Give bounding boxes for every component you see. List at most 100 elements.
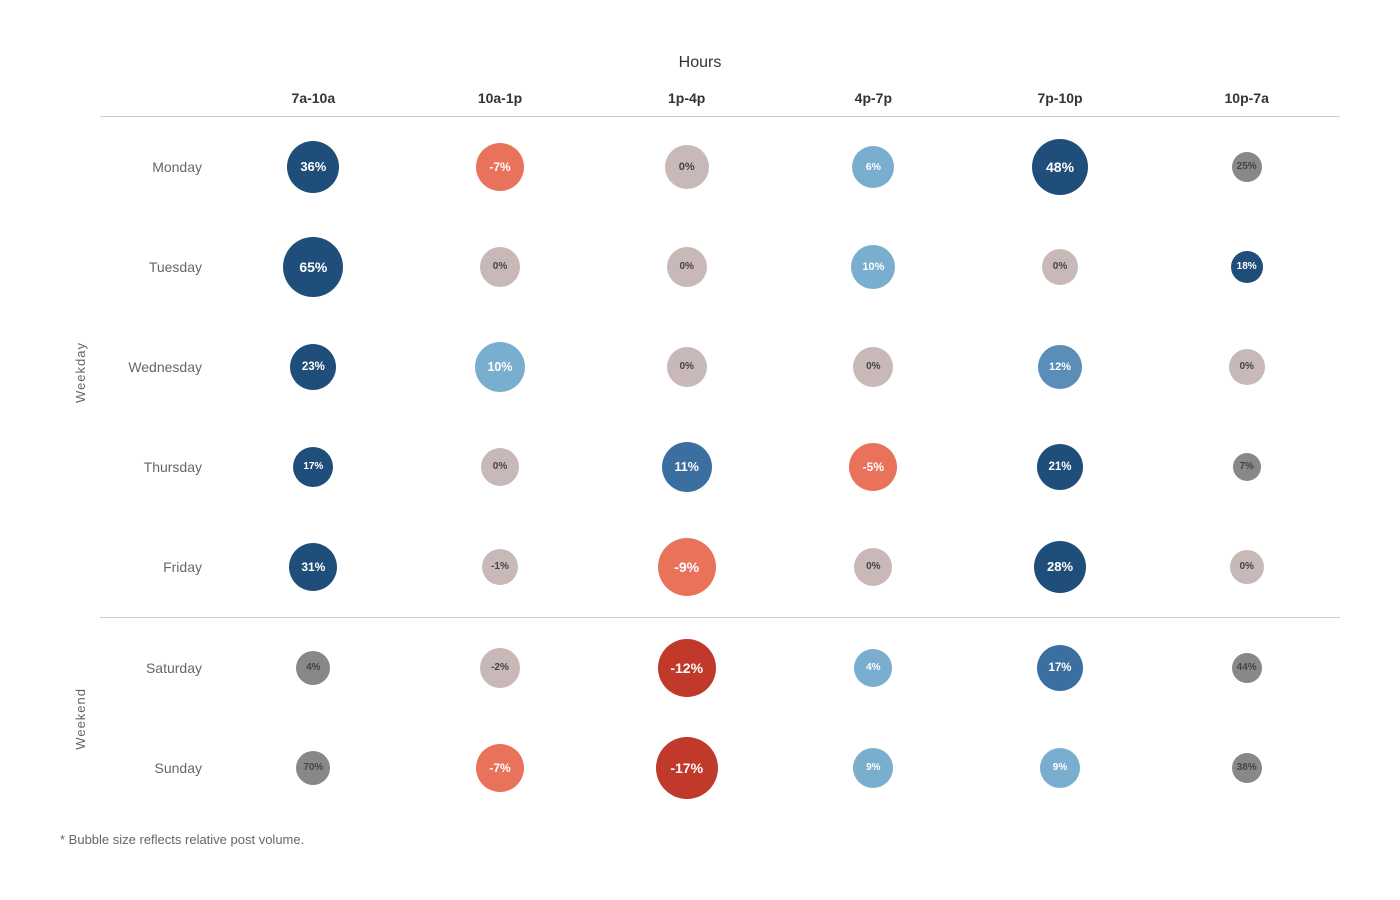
data-cell: 9%	[780, 748, 967, 788]
table-row: Saturday 4% -2% -12% 4% 17% 44%	[100, 618, 1340, 718]
data-cell: -17%	[593, 737, 780, 799]
footnote: * Bubble size reflects relative post vol…	[60, 832, 1340, 847]
data-cell: -12%	[593, 639, 780, 697]
data-cell: 0%	[593, 347, 780, 387]
data-cell: 0%	[593, 145, 780, 189]
data-cell: 11%	[593, 442, 780, 492]
day-label: Sunday	[100, 760, 220, 776]
bubble: 65%	[283, 237, 343, 297]
data-cell: 10%	[780, 245, 967, 289]
data-cell: 38%	[1153, 753, 1340, 783]
bubble: 17%	[293, 447, 333, 487]
data-cell: 0%	[407, 448, 594, 486]
table-row: Wednesday 23% 10% 0% 0% 12% 0%	[100, 317, 1340, 417]
data-cell: 4%	[780, 649, 967, 687]
table-row: Monday 36% -7% 0% 6% 48% 25%	[100, 117, 1340, 217]
bubble: -17%	[656, 737, 718, 799]
bubble: 0%	[1042, 249, 1078, 285]
data-cell: 10%	[407, 342, 594, 392]
bubble: 7%	[1233, 453, 1261, 481]
bubble: 38%	[1232, 753, 1262, 783]
bubble: 0%	[1229, 349, 1265, 385]
bubble: 0%	[854, 548, 892, 586]
bubble: 28%	[1034, 541, 1086, 593]
bubble: 6%	[852, 146, 894, 188]
data-cell: 18%	[1153, 251, 1340, 283]
col-header-5: 10p-7a	[1153, 82, 1340, 116]
data-cell: 36%	[220, 141, 407, 193]
col-header-4: 7p-10p	[967, 82, 1154, 116]
bubble: 0%	[480, 247, 520, 287]
col-header-2: 1p-4p	[593, 82, 780, 116]
data-cell: -7%	[407, 143, 594, 191]
header-row: 7a-10a 10a-1p 1p-4p 4p-7p 7p-10p 10p-7a	[100, 82, 1340, 117]
bubble: 0%	[1230, 550, 1264, 584]
bubble: 44%	[1232, 653, 1262, 683]
bubble: 0%	[853, 347, 893, 387]
y-label-weekend: Weekend	[60, 620, 100, 818]
bubble: -12%	[658, 639, 716, 697]
data-cell: -9%	[593, 538, 780, 596]
col-header-0: 7a-10a	[220, 82, 407, 116]
data-rows: Monday 36% -7% 0% 6% 48% 25% Tuesday 65% 0% 0% 10% 0…	[100, 117, 1340, 818]
bubble: 0%	[665, 145, 709, 189]
bubble: 18%	[1231, 251, 1263, 283]
data-cell: 0%	[780, 548, 967, 586]
data-cell: 0%	[407, 247, 594, 287]
section-weekend: Saturday 4% -2% -12% 4% 17% 44% Sunday70%-7% -17…	[100, 618, 1340, 818]
data-cell: -1%	[407, 549, 594, 585]
day-label: Wednesday	[100, 359, 220, 375]
data-cell: 70%	[220, 751, 407, 785]
section-weekday: Monday 36% -7% 0% 6% 48% 25% Tuesday 65% 0% 0% 10% 0…	[100, 117, 1340, 618]
data-cell: -7%	[407, 744, 594, 792]
bubble: 4%	[296, 651, 330, 685]
bubble: 21%	[1037, 444, 1083, 490]
data-cell: 23%	[220, 344, 407, 390]
data-cell: 0%	[1153, 349, 1340, 385]
data-cell: 17%	[967, 645, 1154, 691]
data-cell: 0%	[1153, 550, 1340, 584]
bubble: 4%	[854, 649, 892, 687]
day-label: Monday	[100, 159, 220, 175]
data-cell: 28%	[967, 541, 1154, 593]
bubble: 25%	[1232, 152, 1262, 182]
data-cell: 0%	[967, 249, 1154, 285]
data-cell: 48%	[967, 139, 1154, 195]
bubble: 9%	[1040, 748, 1080, 788]
bubble: 0%	[667, 247, 707, 287]
data-cell: -5%	[780, 443, 967, 491]
data-cell: 6%	[780, 146, 967, 188]
table-row: Tuesday 65% 0% 0% 10% 0% 18%	[100, 217, 1340, 317]
bubble: 23%	[290, 344, 336, 390]
data-cell: 0%	[780, 347, 967, 387]
bubble: 10%	[851, 245, 895, 289]
bubble: -1%	[482, 549, 518, 585]
table-row: Thursday 17% 0% 11% -5% 21% 7%	[100, 417, 1340, 517]
day-label: Saturday	[100, 660, 220, 676]
data-cell: 31%	[220, 543, 407, 591]
data-cell: 12%	[967, 345, 1154, 389]
bubble: 48%	[1032, 139, 1088, 195]
data-cell: 7%	[1153, 453, 1340, 481]
day-label: Thursday	[100, 459, 220, 475]
bubble: -2%	[480, 648, 520, 688]
data-cell: 4%	[220, 651, 407, 685]
bubble: 11%	[662, 442, 712, 492]
bubble: 0%	[667, 347, 707, 387]
bubble: 9%	[853, 748, 893, 788]
bubble: -5%	[849, 443, 897, 491]
table-area: 7a-10a 10a-1p 1p-4p 4p-7p 7p-10p 10p-7a …	[100, 82, 1340, 818]
y-axis: Weekday Weekend	[60, 82, 100, 818]
bubble: 36%	[287, 141, 339, 193]
data-cell: 9%	[967, 748, 1154, 788]
col-header-3: 4p-7p	[780, 82, 967, 116]
data-cell: -2%	[407, 648, 594, 688]
data-cell: 17%	[220, 447, 407, 487]
col-header-1: 10a-1p	[407, 82, 594, 116]
bubble: 17%	[1037, 645, 1083, 691]
day-label: Tuesday	[100, 259, 220, 275]
bubble: -7%	[476, 143, 524, 191]
bubble: 12%	[1038, 345, 1082, 389]
bubble: -9%	[658, 538, 716, 596]
data-cell: 65%	[220, 237, 407, 297]
